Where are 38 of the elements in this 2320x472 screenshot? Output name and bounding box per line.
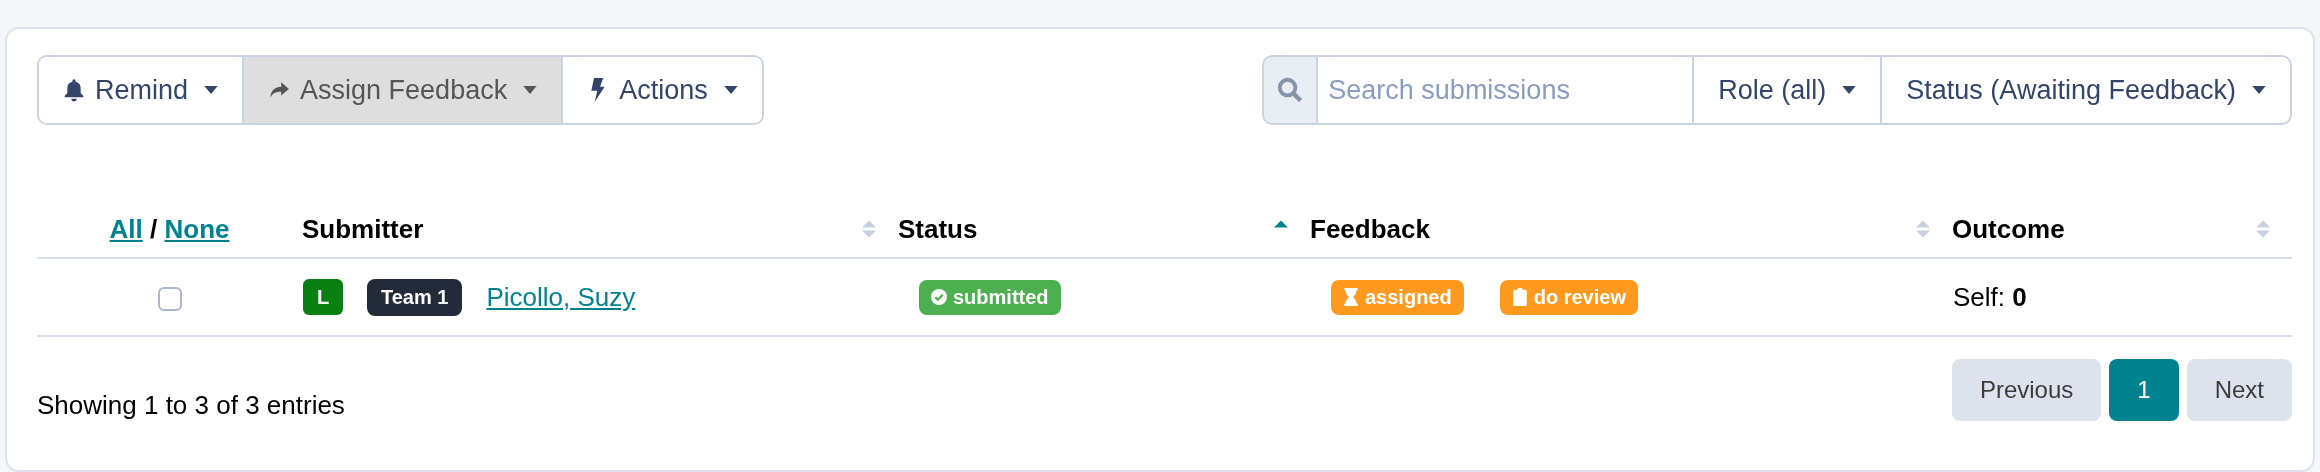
filter-dropdown[interactable]: Status (Awaiting Feedback) xyxy=(1882,55,2292,125)
pagination-button[interactable]: Previous xyxy=(1951,359,2102,421)
sort-icon[interactable] xyxy=(862,219,876,239)
bell-icon xyxy=(63,78,85,102)
submitter-link[interactable]: Picollo, Suzy xyxy=(486,281,636,313)
column-header[interactable]: Status xyxy=(898,213,978,245)
sort-icon[interactable] xyxy=(1916,219,1930,239)
caret-icon xyxy=(2252,86,2266,94)
caret-icon xyxy=(723,86,738,94)
row-checkbox[interactable] xyxy=(157,286,182,311)
outcome-text: Self: 0 xyxy=(1953,281,2027,312)
pagination-button[interactable]: 1 xyxy=(2109,359,2179,421)
pagination-button[interactable]: Next xyxy=(2186,359,2292,421)
separator: / xyxy=(150,213,158,244)
level-badge: L xyxy=(303,279,343,315)
caret-icon xyxy=(1842,86,1857,94)
filter-dropdown[interactable]: Role (all) xyxy=(1694,55,1883,125)
caret-icon xyxy=(204,86,219,94)
clipboard-icon xyxy=(1511,288,1528,306)
status-badge: submitted xyxy=(919,279,1061,315)
toolbar-button[interactable]: Assign Feedback xyxy=(244,57,564,123)
team-badge: Team 1 xyxy=(367,278,463,316)
feedback-badge: do review xyxy=(1499,279,1638,315)
column-header[interactable]: Submitter xyxy=(302,213,424,245)
entries-info: Showing 1 to 3 of 3 entries xyxy=(37,388,345,421)
hourglass-icon xyxy=(1343,288,1359,306)
column-header[interactable]: Outcome xyxy=(1952,213,2065,245)
caret-icon xyxy=(523,86,538,94)
search-icon xyxy=(1277,77,1304,103)
select-none-link[interactable]: None xyxy=(164,213,230,244)
check-circle-icon xyxy=(931,288,947,306)
search-field[interactable]: Search submissions xyxy=(1318,55,1695,125)
feedback-badge: assigned xyxy=(1331,279,1464,315)
toolbar-button[interactable]: Remind xyxy=(39,57,245,123)
sort-icon[interactable] xyxy=(2256,219,2270,239)
search-button[interactable] xyxy=(1262,55,1319,125)
select-all-link[interactable]: All xyxy=(109,213,143,244)
column-header[interactable]: Feedback xyxy=(1310,213,1430,245)
